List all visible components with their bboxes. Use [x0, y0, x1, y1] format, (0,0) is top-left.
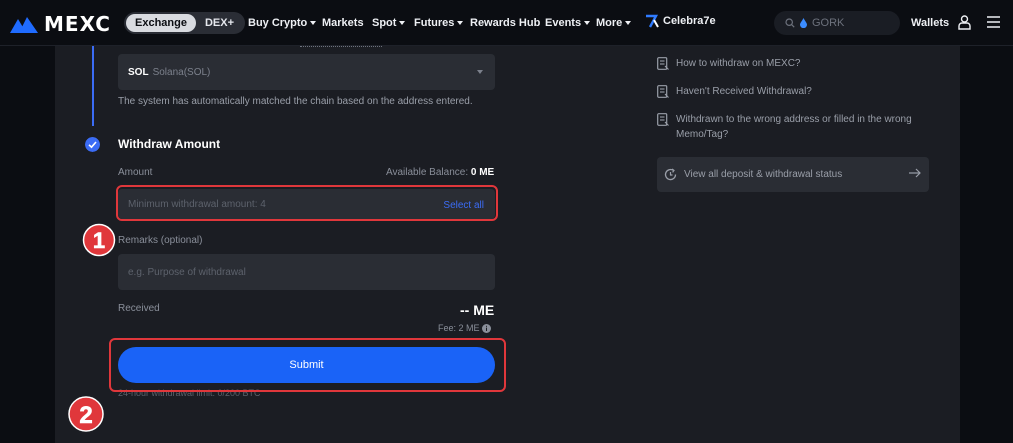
remarks-input[interactable]: e.g. Purpose of withdrawal — [118, 254, 495, 290]
truncated-address-dots — [300, 46, 382, 48]
search-icon — [785, 18, 795, 28]
chevron-down-icon — [625, 21, 632, 26]
annotation-badge-2: 2 — [68, 396, 104, 432]
nav-futures[interactable]: Futures — [414, 17, 464, 29]
mexc-logo[interactable]: MEXC — [10, 12, 111, 36]
search-value: GORK — [812, 17, 845, 29]
arrow-right-icon — [909, 168, 921, 178]
nav-more[interactable]: More — [596, 17, 632, 29]
chevron-down-icon — [584, 21, 591, 26]
document-icon — [657, 85, 669, 98]
chevron-down-icon — [457, 21, 464, 26]
faq-link-not-received[interactable]: Haven't Received Withdrawal? — [657, 84, 927, 99]
amount-input[interactable]: Minimum withdrawal amount: 4 Select all — [118, 189, 495, 219]
celebrate-icon — [646, 14, 659, 28]
fee-info: Fee: 2 ME — [438, 323, 491, 333]
badge-1-number: 1 — [93, 228, 105, 253]
nav-rewards-hub[interactable]: Rewards Hub — [470, 17, 540, 29]
menu-icon[interactable] — [987, 16, 1000, 28]
remarks-placeholder: e.g. Purpose of withdrawal — [128, 266, 246, 278]
annotation-badge-1: 1 — [82, 223, 116, 257]
step-connector-line — [92, 46, 94, 126]
received-label: Received — [118, 303, 160, 314]
select-all-button[interactable]: Select all — [443, 200, 484, 211]
chevron-down-icon — [477, 70, 483, 74]
submit-button[interactable]: Submit — [118, 347, 495, 383]
document-icon — [657, 57, 669, 70]
tab-exchange[interactable]: Exchange — [126, 14, 196, 32]
nav-markets[interactable]: Markets — [322, 17, 364, 29]
network-select[interactable]: SOL Solana(SOL) — [118, 54, 495, 90]
deposit-withdrawal-status-link[interactable]: View all deposit & withdrawal status — [657, 157, 929, 192]
chevron-down-icon — [399, 21, 406, 26]
nav-spot[interactable]: Spot — [372, 17, 406, 29]
top-navigation-bar: MEXC Exchange DEX+ Buy Crypto Markets Sp… — [0, 0, 1013, 46]
nav-celebrate[interactable]: Celebra7e — [645, 14, 716, 28]
info-icon[interactable] — [481, 323, 491, 333]
brand-name: MEXC — [44, 12, 111, 36]
received-amount: -- ME — [460, 302, 495, 318]
drop-icon — [800, 18, 807, 28]
wallets-link[interactable]: Wallets — [911, 17, 949, 29]
faq-link-how-to-withdraw[interactable]: How to withdraw on MEXC? — [657, 56, 927, 71]
withdraw-amount-title: Withdraw Amount — [118, 137, 221, 151]
available-balance-value: 0 ME — [470, 167, 495, 178]
amount-placeholder: Minimum withdrawal amount: 4 — [128, 198, 266, 210]
history-icon — [664, 168, 677, 181]
user-icon[interactable] — [958, 15, 971, 30]
network-hint: The system has automatically matched the… — [118, 96, 473, 107]
network-code: SOL — [128, 66, 149, 78]
document-icon — [657, 113, 669, 126]
step-check-icon — [85, 137, 100, 152]
mexc-logo-icon — [10, 17, 38, 33]
available-balance: Available Balance: 0 ME — [386, 167, 495, 178]
network-name: Solana(SOL) — [152, 66, 211, 78]
tab-dex-plus[interactable]: DEX+ — [196, 14, 243, 32]
nav-buy-crypto[interactable]: Buy Crypto — [248, 17, 317, 29]
search-input[interactable]: GORK — [774, 11, 900, 35]
chevron-down-icon — [310, 21, 317, 26]
faq-link-wrong-address[interactable]: Withdrawn to the wrong address or filled… — [657, 112, 927, 142]
amount-label: Amount — [118, 167, 153, 178]
nav-events[interactable]: Events — [545, 17, 591, 29]
badge-2-number: 2 — [79, 402, 92, 429]
exchange-dex-toggle: Exchange DEX+ — [124, 12, 246, 34]
remarks-label: Remarks (optional) — [118, 235, 203, 246]
